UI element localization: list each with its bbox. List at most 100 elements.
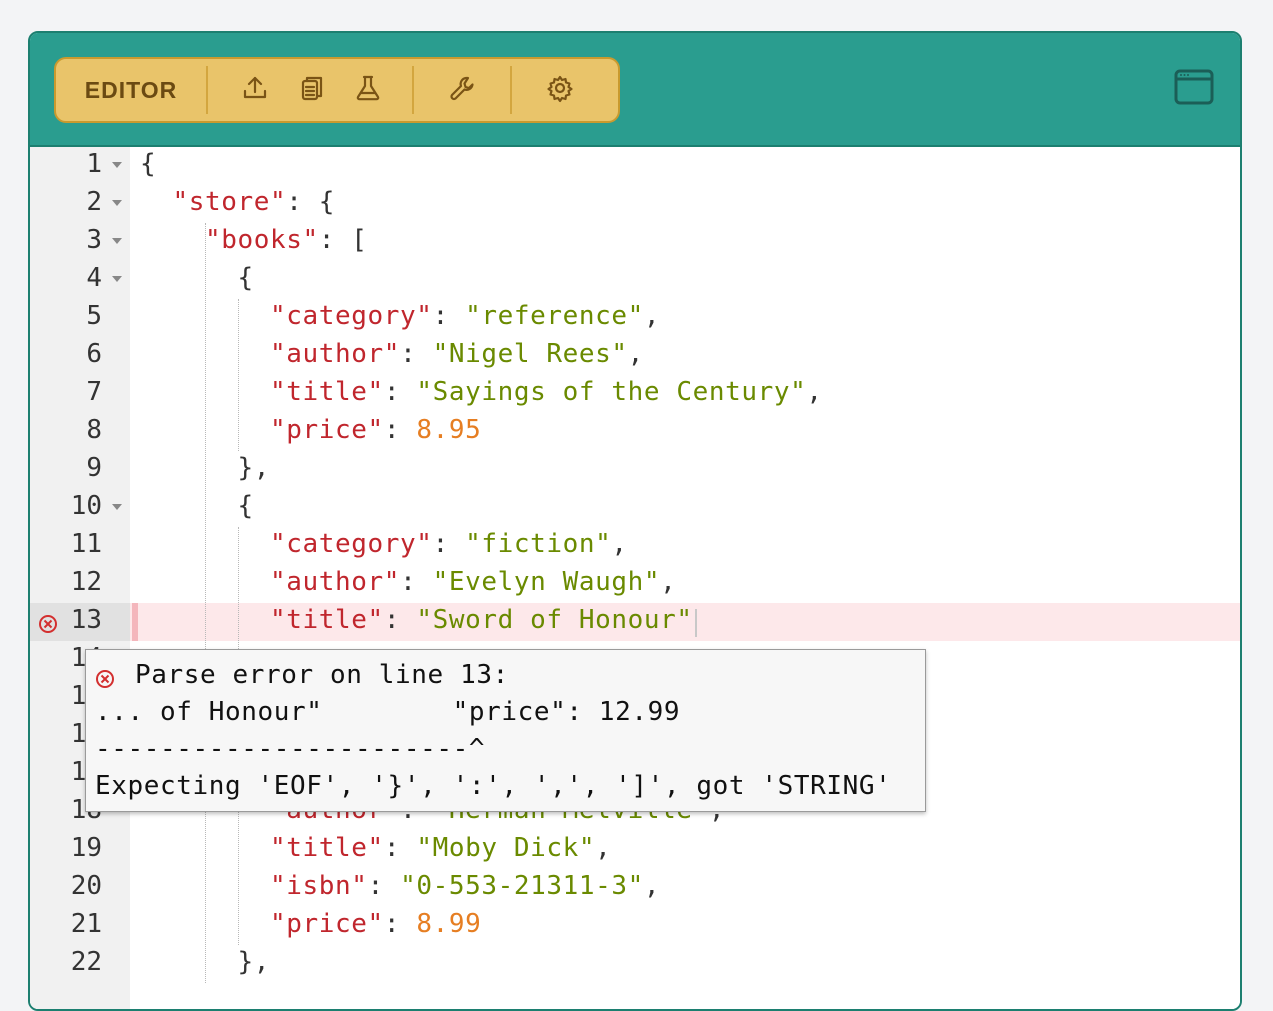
- code-line[interactable]: 11 "category": "fiction",: [30, 527, 1240, 565]
- json-key: "isbn": [270, 871, 368, 901]
- code-line[interactable]: 8 "price": 8.95: [30, 413, 1240, 451]
- fold-toggle-icon[interactable]: [112, 200, 122, 206]
- window-icon: [1174, 69, 1214, 109]
- json-punctuation: ,: [643, 871, 661, 901]
- copy-button[interactable]: [284, 57, 340, 123]
- code-text: "store": {: [140, 187, 335, 217]
- json-punctuation: :: [432, 301, 466, 331]
- fullscreen-button[interactable]: [1174, 69, 1214, 105]
- json-punctuation: ,: [611, 529, 628, 559]
- code-line[interactable]: 7 "title": "Sayings of the Century",: [30, 375, 1240, 413]
- json-punctuation: [140, 187, 173, 217]
- json-string: "Nigel Rees": [432, 339, 628, 369]
- tools-button[interactable]: [414, 57, 510, 123]
- error-title: Parse error on line 13:: [135, 660, 509, 690]
- json-punctuation: : [: [318, 225, 368, 255]
- json-punctuation: ,: [643, 301, 661, 331]
- line-number: 20: [30, 869, 130, 907]
- line-number-text: 9: [86, 453, 102, 483]
- line-number: 4: [30, 261, 130, 299]
- line-number-text: 11: [70, 529, 102, 559]
- line-number-text: 1: [86, 149, 102, 179]
- code-editor[interactable]: 1{2 "store": {3 "books": [4 {5 "category…: [30, 147, 1240, 1009]
- code-text: "title": "Sayings of the Century",: [140, 377, 823, 407]
- parse-error-tooltip: Parse error on line 13: ... of Honour" "…: [85, 649, 926, 812]
- json-punctuation: :: [383, 605, 417, 635]
- code-line[interactable]: 20 "isbn": "0-553-21311-3",: [30, 869, 1240, 907]
- code-text: "isbn": "0-553-21311-3",: [140, 871, 660, 901]
- fold-toggle-icon[interactable]: [112, 162, 122, 168]
- code-line[interactable]: 5 "category": "reference",: [30, 299, 1240, 337]
- json-key: "store": [172, 187, 287, 217]
- line-number-text: 8: [86, 415, 102, 445]
- toolbar-divider: [206, 66, 208, 114]
- line-number: 1: [30, 147, 130, 185]
- fold-toggle-icon[interactable]: [112, 504, 122, 510]
- code-line[interactable]: 1{: [30, 147, 1240, 185]
- line-number: 21: [30, 907, 130, 945]
- code-text: "price": 8.95: [140, 415, 481, 445]
- line-number-text: 20: [70, 871, 102, 901]
- line-number: 2: [30, 185, 130, 223]
- line-number-text: 21: [70, 909, 102, 939]
- line-number-text: 6: [86, 339, 102, 369]
- json-punctuation: ,: [595, 833, 612, 863]
- text-cursor: [695, 609, 697, 637]
- line-number-text: 13: [70, 605, 102, 635]
- toolbar-divider: [510, 66, 512, 114]
- json-punctuation: :: [400, 339, 433, 369]
- code-line[interactable]: 19 "title": "Moby Dick",: [30, 831, 1240, 869]
- json-string: "Sayings of the Century": [416, 377, 807, 407]
- json-punctuation: :: [383, 909, 417, 939]
- json-key: "books": [205, 225, 319, 255]
- line-number: 9: [30, 451, 130, 489]
- fold-toggle-icon[interactable]: [112, 276, 122, 282]
- json-punctuation: {: [140, 149, 157, 179]
- test-button[interactable]: [340, 57, 396, 123]
- line-number-text: 2: [86, 187, 102, 217]
- code-text: "category": "reference",: [140, 301, 660, 331]
- code-text: "category": "fiction",: [140, 529, 628, 559]
- code-area[interactable]: 1{2 "store": {3 "books": [4 {5 "category…: [30, 147, 1240, 1009]
- json-string: "reference": [465, 301, 644, 331]
- indent-guide: [205, 223, 206, 983]
- json-string: "Moby Dick": [416, 833, 596, 863]
- line-number: 13: [30, 603, 130, 641]
- line-number-text: 5: [86, 301, 102, 331]
- upload-button[interactable]: [226, 57, 284, 123]
- toolbar-divider: [412, 66, 414, 114]
- code-line[interactable]: 21 "price": 8.99: [30, 907, 1240, 945]
- code-line[interactable]: 3 "books": [: [30, 223, 1240, 261]
- flask-icon: [353, 73, 383, 108]
- json-number: 8.95: [416, 415, 482, 445]
- json-key: "title": [270, 377, 384, 407]
- json-key: "title": [270, 833, 384, 863]
- line-number-text: 3: [86, 225, 102, 255]
- code-line[interactable]: 13 "title": "Sword of Honour": [30, 603, 1240, 641]
- json-key: "price": [270, 415, 384, 445]
- editor-mode-label: EDITOR: [84, 76, 178, 103]
- error-expectation: Expecting 'EOF', '}', ':', ',', ']', got…: [95, 771, 892, 801]
- line-number: 3: [30, 223, 130, 261]
- code-line[interactable]: 12 "author": "Evelyn Waugh",: [30, 565, 1240, 603]
- json-punctuation: :: [367, 871, 401, 901]
- code-line[interactable]: 4 {: [30, 261, 1240, 299]
- json-key: "price": [270, 909, 384, 939]
- code-text: {: [140, 149, 156, 179]
- json-string: "Sword of Honour": [416, 605, 693, 635]
- code-line[interactable]: 22 },: [30, 945, 1240, 983]
- line-number-text: 10: [70, 491, 102, 521]
- code-text: "author": "Nigel Rees",: [140, 339, 644, 369]
- line-number: 22: [30, 945, 130, 983]
- fold-toggle-icon[interactable]: [112, 238, 122, 244]
- code-line[interactable]: 10 {: [30, 489, 1240, 527]
- json-key: "category": [270, 529, 433, 559]
- code-line[interactable]: 6 "author": "Nigel Rees",: [30, 337, 1240, 375]
- line-number: 6: [30, 337, 130, 375]
- settings-button[interactable]: [512, 57, 608, 123]
- line-number-text: 4: [86, 263, 102, 293]
- json-string: "0-553-21311-3": [400, 871, 644, 901]
- code-line[interactable]: 2 "store": {: [30, 185, 1240, 223]
- code-text: "books": [: [140, 225, 368, 255]
- code-line[interactable]: 9 },: [30, 451, 1240, 489]
